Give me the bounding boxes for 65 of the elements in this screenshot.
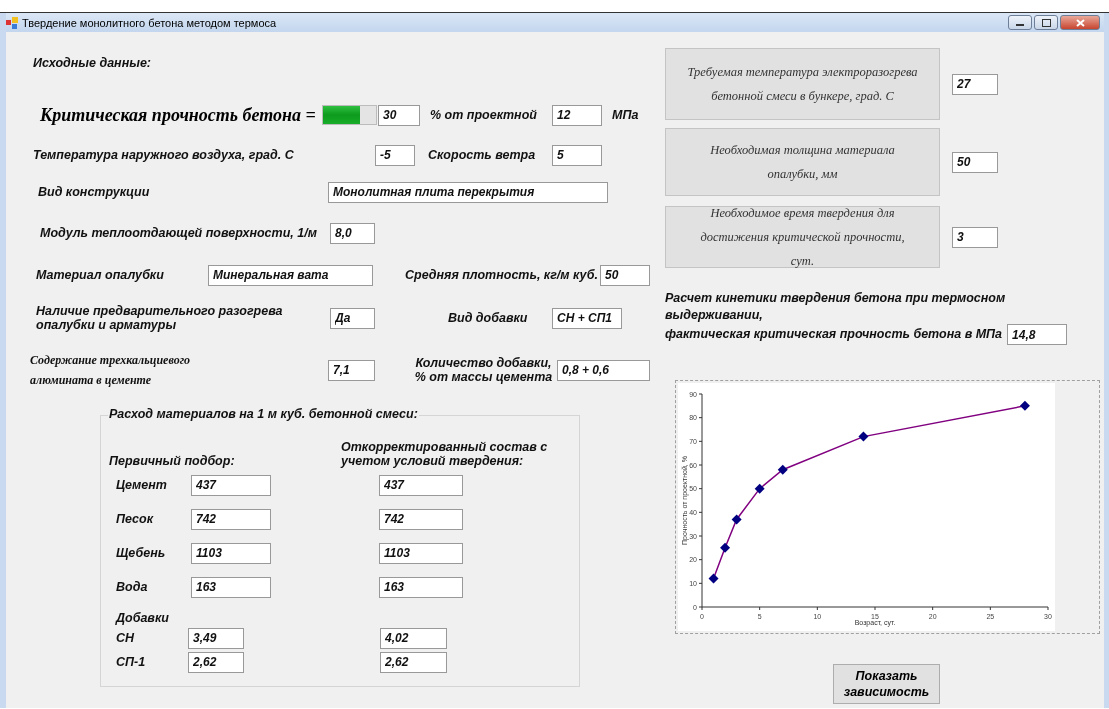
text-field[interactable]: -5: [375, 144, 415, 166]
field-label: Вид добавки: [448, 311, 528, 325]
window-title: Твердение монолитного бетона методом термоса: [22, 16, 277, 29]
field-label: Температура наружного воздуха, град. С: [33, 148, 294, 162]
result-label: Необходимое время твердения для достижения критической прочности, сут.: [665, 206, 940, 268]
field-label: Цемент: [116, 478, 167, 492]
group-title: Расход материалов на 1 м куб. бетонной смеси:: [108, 407, 419, 421]
text-field[interactable]: 2,62: [380, 651, 447, 673]
text-field[interactable]: 12: [552, 104, 602, 126]
field-label: Количество добавки, % от массы цемента: [413, 356, 554, 384]
field-label: Добавки: [116, 611, 169, 625]
field-label: Наличие предварительного разогрева опалубки и арматуры: [36, 304, 284, 332]
field-label: фактическая критическая прочность бетона в МПа: [665, 326, 1003, 343]
text-field[interactable]: 2,62: [188, 651, 244, 673]
field-label: Скорость ветра: [428, 148, 536, 162]
result-label: Требуемая температура электроразогрева бетонной смеси в бункере, град. С: [665, 48, 940, 120]
text-field[interactable]: 742: [379, 508, 463, 530]
maximize-icon: [1041, 18, 1051, 27]
field-label: Критическая прочность бетона =: [40, 104, 316, 126]
text-field[interactable]: 3: [952, 226, 998, 248]
text-field[interactable]: Монолитная плита перекрытия: [328, 181, 608, 203]
text-field[interactable]: 50: [600, 264, 650, 286]
text-field[interactable]: 742: [191, 508, 271, 530]
text-field[interactable]: 27: [952, 73, 998, 95]
text-field[interactable]: Минеральная вата: [208, 264, 373, 286]
text-field[interactable]: 437: [379, 474, 463, 496]
field-label: Содержание трехкальциевого алюмината в цементе: [30, 352, 192, 389]
text-field[interactable]: 50: [952, 151, 998, 173]
text-field[interactable]: 7,1: [328, 359, 375, 381]
text-field[interactable]: 8,0: [330, 222, 375, 244]
field-label: Щебень: [116, 546, 166, 560]
text-field[interactable]: Да: [330, 307, 375, 329]
section-heading: Исходные данные:: [33, 56, 151, 70]
text-field[interactable]: 3,49: [188, 627, 244, 649]
field-label: МПа: [612, 108, 639, 122]
field-label: Вид конструкции: [38, 185, 150, 199]
text-field[interactable]: 1103: [191, 542, 271, 564]
field-label: % от проектной: [430, 108, 537, 122]
show-button[interactable]: Показать зависимость: [833, 664, 940, 704]
text-field[interactable]: 163: [379, 576, 463, 598]
minimize-button[interactable]: [1008, 15, 1032, 30]
field-label: СП-1: [116, 655, 146, 669]
progress-bar: [322, 105, 377, 125]
field-label: Вода: [116, 580, 148, 594]
column-heading: Первичный подбор:: [109, 454, 235, 468]
field-label: Модуль теплоотдающей поверхности, 1/м: [40, 226, 317, 240]
text-field[interactable]: 163: [191, 576, 271, 598]
close-icon: [1075, 18, 1085, 27]
text-field[interactable]: 437: [191, 474, 271, 496]
maximize-button[interactable]: [1034, 15, 1058, 30]
app-icon: [6, 16, 18, 29]
text-field[interactable]: СН + СП1: [552, 307, 622, 329]
text-field[interactable]: 0,8 + 0,6: [557, 359, 650, 381]
field-label: Песок: [116, 512, 154, 526]
text-field[interactable]: 1103: [379, 542, 463, 564]
text-field[interactable]: 30: [378, 104, 420, 126]
text-field[interactable]: 5: [552, 144, 602, 166]
column-heading: Откорректированный состав с учетом условий твердения:: [341, 440, 549, 468]
close-button[interactable]: [1060, 15, 1100, 30]
text-field[interactable]: 14,8: [1007, 324, 1068, 345]
field-label: СН: [116, 631, 135, 645]
result-label: Необходимая толщина материала опалубки, мм: [665, 128, 940, 196]
field-label: Средняя плотность, кг/м куб.: [405, 268, 598, 282]
field-label: Материал опалубки: [36, 268, 164, 282]
text-field[interactable]: 4,02: [380, 627, 447, 649]
